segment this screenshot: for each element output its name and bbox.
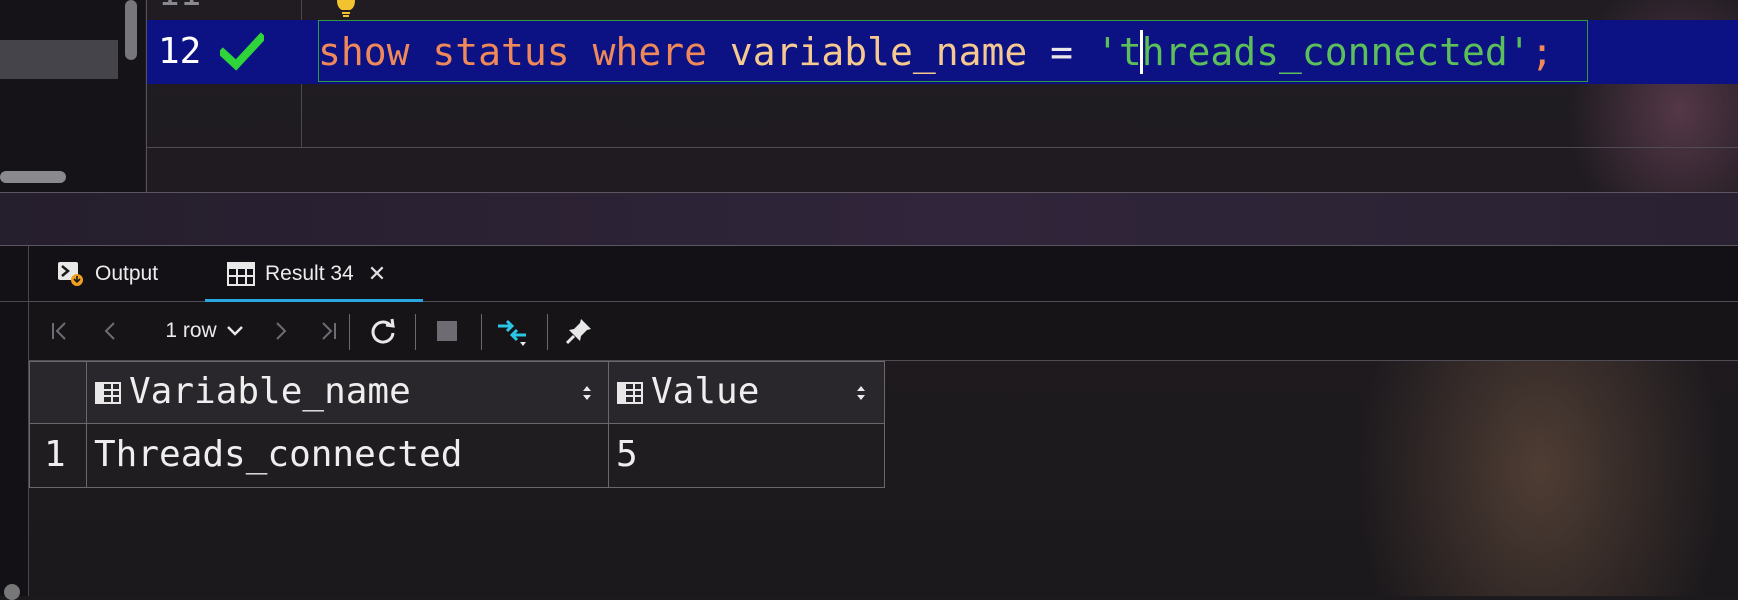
- compare-button[interactable]: [495, 302, 531, 360]
- keyword-status: status: [432, 30, 570, 74]
- string-literal-end: hreads_connected': [1141, 30, 1531, 74]
- panel-splitter[interactable]: [0, 193, 1738, 246]
- results-left-strip: [0, 246, 29, 600]
- pin-icon: [565, 319, 591, 345]
- operator-equals: =: [1050, 30, 1074, 74]
- semicolon: ;: [1530, 30, 1554, 74]
- column-type-icon: [617, 382, 643, 404]
- lightbulb-icon[interactable]: [333, 0, 359, 18]
- prev-page-icon: [104, 322, 115, 340]
- results-toolbar: 1 row: [29, 302, 1738, 361]
- prev-page-button[interactable]: [96, 302, 126, 360]
- tab-result-34[interactable]: Result 34 ✕: [205, 246, 423, 302]
- toolbar-separator: [481, 314, 482, 350]
- first-page-button[interactable]: [45, 302, 75, 360]
- column-header-label: Variable_name: [129, 371, 411, 412]
- pin-button[interactable]: [561, 302, 597, 360]
- vertical-scrollbar[interactable]: [125, 0, 137, 60]
- corner-cell[interactable]: [29, 361, 87, 424]
- column-header-value[interactable]: Value: [608, 361, 885, 424]
- tab-output-label: Output: [95, 261, 159, 285]
- horizontal-scrollbar[interactable]: [0, 171, 66, 183]
- last-page-icon: [322, 322, 336, 340]
- sql-statement[interactable]: show status where variable_name = 'threa…: [318, 30, 1554, 74]
- row-number: 1: [44, 434, 66, 475]
- chevron-down-icon: [226, 326, 243, 336]
- cell-value: 5: [616, 434, 638, 475]
- refresh-icon: [371, 318, 395, 344]
- next-page-button[interactable]: [265, 302, 295, 360]
- tab-output[interactable]: Output: [57, 246, 158, 301]
- column-header-label: Value: [651, 371, 760, 412]
- sql-editor[interactable]: 11 12 show status where variable_name = …: [0, 0, 1738, 193]
- string-literal-start: 't: [1095, 30, 1142, 74]
- console-output-icon: [58, 261, 83, 286]
- table-cell[interactable]: Threads_connected: [86, 423, 609, 488]
- cell-value: Threads_connected: [94, 434, 463, 475]
- strip-divider: [0, 301, 28, 302]
- toolbar-separator: [349, 314, 350, 350]
- column-type-icon: [95, 382, 121, 404]
- last-page-button[interactable]: [313, 302, 343, 360]
- left-side-panel: [0, 0, 145, 193]
- results-tab-bar: Output Result 34 ✕: [29, 246, 1738, 302]
- checkmark-icon: [220, 32, 264, 71]
- toolbar-separator: [415, 314, 416, 350]
- sort-icon[interactable]: [582, 384, 592, 402]
- column-header-variable-name[interactable]: Variable_name: [86, 361, 609, 424]
- stop-icon: [437, 321, 457, 341]
- compare-arrows-icon: [498, 319, 526, 346]
- first-page-icon: [52, 322, 66, 340]
- editor-bottom-border: [146, 147, 1738, 148]
- keyword-show: show: [318, 30, 410, 74]
- row-count-label: 1 row: [165, 319, 217, 342]
- close-icon[interactable]: ✕: [368, 261, 386, 287]
- table-grid-icon: [227, 261, 255, 286]
- prev-line-number: 11: [158, 0, 201, 16]
- keyword-where: where: [592, 30, 707, 74]
- line-number: 12: [158, 31, 202, 72]
- row-count-dropdown[interactable]: 1 row: [147, 302, 263, 360]
- tab-result-label: Result 34: [265, 261, 354, 285]
- identifier-variable-name: variable_name: [729, 30, 1028, 74]
- next-page-icon: [276, 322, 287, 340]
- refresh-button[interactable]: [365, 302, 401, 360]
- sort-icon[interactable]: [856, 384, 866, 402]
- row-number-cell[interactable]: 1: [29, 423, 87, 488]
- toolbar-separator: [547, 314, 548, 350]
- results-panel: Output Result 34 ✕ 1 row Variable_name V…: [0, 246, 1738, 600]
- scroll-knob[interactable]: [4, 584, 20, 600]
- selected-tree-item[interactable]: [0, 40, 118, 79]
- stop-button[interactable]: [429, 302, 465, 360]
- table-cell[interactable]: 5: [608, 423, 885, 488]
